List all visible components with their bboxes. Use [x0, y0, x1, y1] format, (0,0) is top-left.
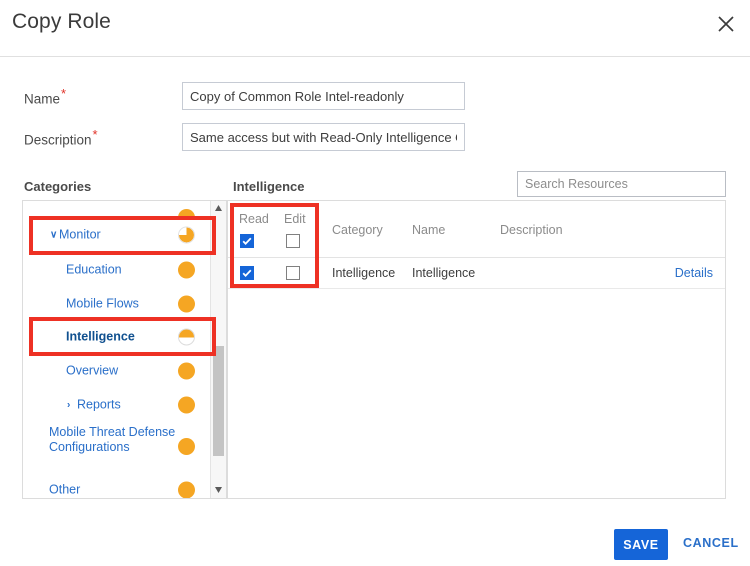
sidebar-item-monitor[interactable]: ∨ Monitor [23, 218, 211, 252]
sidebar-item-overview[interactable]: Overview [23, 354, 211, 388]
resource-section-label: Intelligence [233, 179, 305, 194]
column-header-name: Name [412, 223, 446, 237]
sidebar-item-education[interactable]: Education [23, 253, 211, 287]
sidebar-item-intelligence[interactable]: Intelligence [23, 320, 211, 354]
chevron-right-icon: › [67, 399, 71, 411]
permission-indicator-icon [178, 362, 195, 380]
cell-name: Intelligence [412, 266, 476, 280]
cancel-button[interactable]: CANCEL [683, 536, 739, 550]
tree-item-label: Mobile Threat Defense Configurations [49, 425, 176, 454]
permission-indicator-icon [178, 261, 195, 279]
permission-indicator-icon [178, 481, 195, 498]
tree-item-partial[interactable] [23, 201, 211, 217]
resources-table-panel: Read Edit Category Name Description Inte… [227, 200, 726, 499]
description-row: Description* [0, 123, 750, 151]
sidebar-item-other[interactable]: Other [23, 473, 211, 498]
column-header-edit: Edit [284, 212, 306, 226]
sidebar-item-mobile-threat-defense-configurations[interactable]: Mobile Threat Defense Configurations [23, 422, 211, 466]
tree-item-label: Other [49, 482, 81, 497]
row-edit-checkbox[interactable] [286, 266, 300, 280]
description-required-marker: * [92, 127, 98, 142]
row-read-checkbox[interactable] [240, 266, 254, 280]
details-link[interactable]: Details [675, 266, 713, 280]
categories-tree-list: ∨ Monitor Education Mobile Flows Intelli… [23, 201, 211, 498]
categories-tree-panel: ∨ Monitor Education Mobile Flows Intelli… [22, 200, 227, 499]
column-header-category: Category [332, 223, 383, 237]
scrollbar-thumb[interactable] [213, 346, 224, 456]
page-title: Copy Role [12, 10, 111, 33]
permission-indicator-icon [178, 295, 195, 313]
sidebar-item-reports[interactable]: › Reports [23, 388, 211, 422]
name-required-marker: * [61, 86, 67, 101]
column-header-read: Read [239, 212, 269, 226]
categories-section-label: Categories [24, 179, 92, 194]
select-all-edit-checkbox[interactable] [286, 234, 300, 248]
scroll-down-arrow-icon[interactable] [211, 483, 226, 498]
save-button[interactable]: SAVE [614, 529, 668, 560]
tree-item-label: Overview [66, 363, 119, 378]
permission-indicator-icon [178, 328, 195, 346]
description-label: Description* [24, 128, 98, 148]
name-input[interactable] [182, 82, 465, 110]
tree-item-label: Monitor [59, 227, 101, 242]
name-label-text: Name [24, 91, 61, 107]
tree-item-label: Intelligence [66, 329, 135, 344]
permission-indicator-icon [178, 226, 195, 244]
search-input[interactable] [517, 171, 726, 197]
tree-item-label: Education [66, 262, 122, 277]
name-label: Name* [24, 87, 66, 107]
tree-scrollbar[interactable] [210, 201, 226, 498]
tree-item-label: Reports [77, 397, 121, 412]
table-header-row: Read Edit Category Name Description [228, 201, 725, 258]
dialog-header: Copy Role [0, 0, 750, 57]
select-all-read-checkbox[interactable] [240, 234, 254, 248]
column-header-description: Description [500, 223, 563, 237]
description-label-text: Description [24, 132, 92, 148]
permission-indicator-icon [178, 396, 195, 414]
permission-indicator-icon [178, 438, 195, 455]
permission-indicator-icon [178, 209, 195, 217]
cell-category: Intelligence [332, 266, 396, 280]
tree-item-label: Mobile Flows [66, 296, 139, 311]
sidebar-item-mobile-flows[interactable]: Mobile Flows [23, 287, 211, 321]
chevron-down-icon: ∨ [50, 229, 58, 241]
scroll-up-arrow-icon[interactable] [211, 201, 226, 216]
close-icon[interactable] [714, 12, 738, 36]
name-row: Name* [0, 82, 750, 110]
table-row[interactable]: Intelligence Intelligence Details [228, 258, 725, 289]
description-input[interactable] [182, 123, 465, 151]
